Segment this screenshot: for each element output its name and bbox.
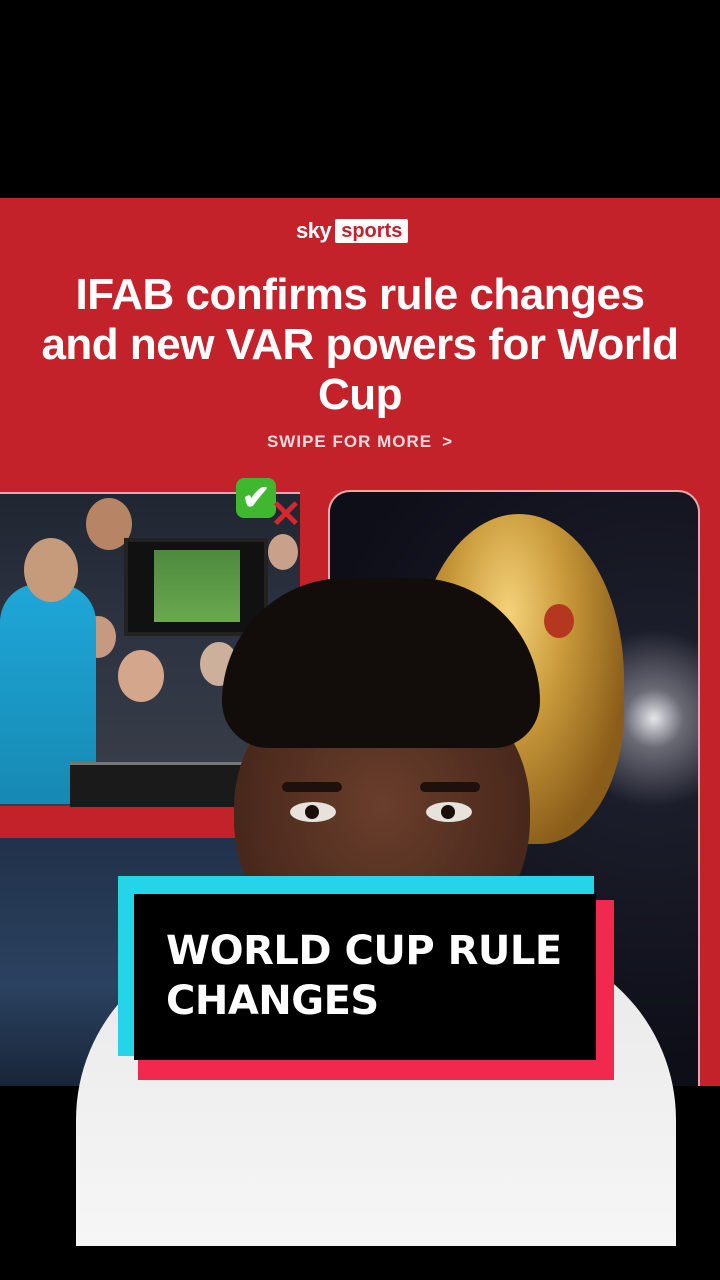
- eyebrow: [420, 782, 480, 792]
- caption-box: WORLD CUP RULE CHANGES: [118, 876, 614, 1080]
- eye: [290, 802, 336, 822]
- caption-text: WORLD CUP RULE CHANGES: [166, 928, 562, 1024]
- sky-sports-logo: sky sports: [296, 218, 409, 244]
- logo-sports-text: sports: [335, 219, 409, 243]
- eye: [426, 802, 472, 822]
- swipe-for-more: SWIPE FOR MORE >: [0, 432, 720, 452]
- chevron-right-icon: >: [442, 432, 454, 451]
- headline: IFAB confirms rule changes and new VAR p…: [41, 270, 679, 419]
- referee-head: [24, 538, 78, 602]
- swipe-label: SWIPE FOR MORE: [266, 432, 433, 451]
- caption-background: WORLD CUP RULE CHANGES: [134, 894, 596, 1060]
- logo-sky-text: sky: [296, 218, 332, 243]
- eyebrow: [282, 782, 342, 792]
- video-frame: sky sports IFAB confirms rule changes an…: [0, 0, 720, 1280]
- presenter-hair: [222, 578, 540, 748]
- cross-mark-icon: ✕: [270, 494, 302, 536]
